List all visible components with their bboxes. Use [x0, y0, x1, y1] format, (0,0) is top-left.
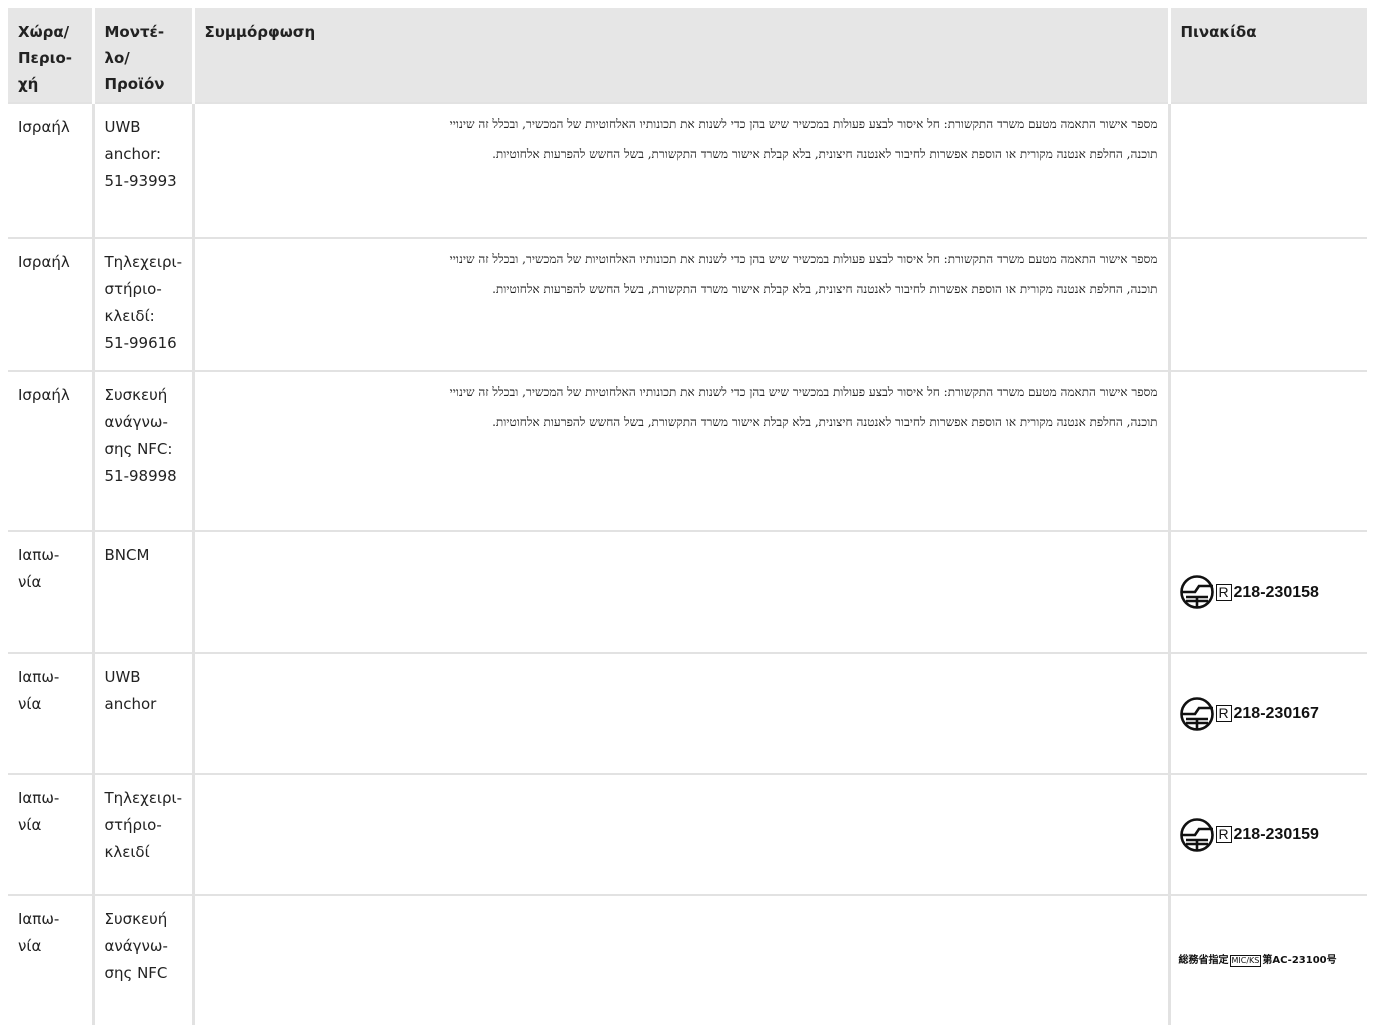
compliance-cell: מספר אישור התאמה מטעם משרד התקשורת: חל א… [191, 102, 1169, 238]
compliance-cell [191, 530, 1169, 653]
compliance-cell [191, 773, 1169, 895]
registered-mark: R [1215, 705, 1232, 722]
compliance-text-line: מספר אישור התאמה מטעם משרד התקשורת: חל א… [449, 385, 1158, 399]
certification-label: R 218-230158 [1179, 575, 1360, 609]
country-cell: Ιαπω-νία [8, 894, 93, 1025]
registered-mark: R [1215, 826, 1232, 843]
certification-label: R 218-230159 [1179, 817, 1360, 852]
model-cell: Συσκευή ανάγνω-σης NFC [91, 894, 193, 1025]
model-cell: UWB anchor: 51-93993 [91, 102, 193, 238]
registered-mark: R [1215, 583, 1232, 601]
country-cell: Ισραήλ [8, 102, 93, 238]
table-row: Ιαπω-νία UWB anchor R 218-230167 [8, 652, 1367, 774]
label-cell [1167, 102, 1367, 238]
model-cell: Συσκευή ανάγνω-σης NFC: 51-98998 [91, 370, 193, 531]
compliance-cell: מספר אישור התאמה מטעם משרד התקשורת: חל א… [191, 237, 1169, 371]
compliance-cell: מספר אישור התאמה מטעם משרד התקשורת: חל א… [191, 370, 1169, 531]
header-label: Πινακίδα [1167, 8, 1367, 103]
table-row: Ισραήλ Τηλεχειρι-στήριο-κλειδί: 51-99616… [8, 237, 1367, 371]
certification-number: 218-230159 [1233, 826, 1319, 843]
country-cell: Ιαπω-νία [8, 773, 93, 895]
compliance-text-line: מספר אישור התאמה מטעם משרד התקשורת: חל א… [449, 117, 1158, 131]
country-cell: Ισραήλ [8, 370, 93, 531]
mic-ks-mark: MIC/KS [1229, 954, 1262, 967]
giteki-mark-icon [1179, 575, 1214, 609]
label-cell [1167, 237, 1367, 371]
label-cell [1167, 370, 1367, 531]
table-row: Ισραήλ Συσκευή ανάγνω-σης NFC: 51-98998 … [8, 370, 1367, 531]
giteki-mark-icon [1179, 696, 1214, 731]
label-cell: R 218-230158 [1167, 530, 1367, 653]
header-model: Μοντέ-λο/ Προϊόν [91, 8, 193, 103]
header-compliance: Συμμόρφωση [191, 8, 1169, 103]
compliance-text-line: תוכנה, החלפת אנטנה מקורית או הוספת אפשרו… [492, 415, 1158, 429]
header-row: Χώρα/ Περιο-χή Μοντέ-λο/ Προϊόν Συμμόρφω… [8, 8, 1367, 103]
certification-label: R 218-230167 [1179, 696, 1360, 731]
compliance-text-line: מספר אישור התאמה מטעם משרד התקשורת: חל א… [449, 252, 1158, 266]
label-cell: R 218-230159 [1167, 773, 1367, 895]
country-cell: Ισραήλ [8, 237, 93, 371]
compliance-cell [191, 652, 1169, 774]
compliance-text-line: תוכנה, החלפת אנטנה מקורית או הוספת אפשרו… [492, 282, 1158, 296]
certification-number: 218-230158 [1233, 583, 1319, 601]
compliance-text-line: תוכנה, החלפת אנטנה מקורית או הוספת אפשרו… [492, 147, 1158, 161]
model-cell: Τηλεχειρι-στήριο-κλειδί [91, 773, 193, 895]
header-country: Χώρα/ Περιο-χή [8, 8, 93, 103]
certification-number: 第AC-23100号 [1262, 955, 1337, 966]
certification-number: 218-230167 [1233, 705, 1319, 722]
table-row: Ισραήλ UWB anchor: 51-93993 מספר אישור ה… [8, 102, 1367, 238]
model-cell: BNCM [91, 530, 193, 653]
model-cell: UWB anchor [91, 652, 193, 774]
compliance-cell [191, 894, 1169, 1025]
certification-label: 総務省指定 MIC/KS 第AC-23100号 [1179, 947, 1360, 974]
model-cell: Τηλεχειρι-στήριο-κλειδί: 51-99616 [91, 237, 193, 371]
table-row: Ιαπω-νία BNCM R 218-230158 [8, 530, 1367, 653]
label-cell: R 218-230167 [1167, 652, 1367, 774]
table-row: Ιαπω-νία Τηλεχειρι-στήριο-κλειδί R 218-2… [8, 773, 1367, 895]
table-row: Ιαπω-νία Συσκευή ανάγνω-σης NFC 総務省指定 MI… [8, 894, 1367, 1025]
compliance-table: Χώρα/ Περιο-χή Μοντέ-λο/ Προϊόν Συμμόρφω… [8, 8, 1367, 1025]
giteki-mark-icon [1179, 817, 1214, 852]
country-cell: Ιαπω-νία [8, 530, 93, 653]
label-cell: 総務省指定 MIC/KS 第AC-23100号 [1167, 894, 1367, 1025]
ministry-designation: 総務省指定 [1178, 955, 1229, 966]
country-cell: Ιαπω-νία [8, 652, 93, 774]
